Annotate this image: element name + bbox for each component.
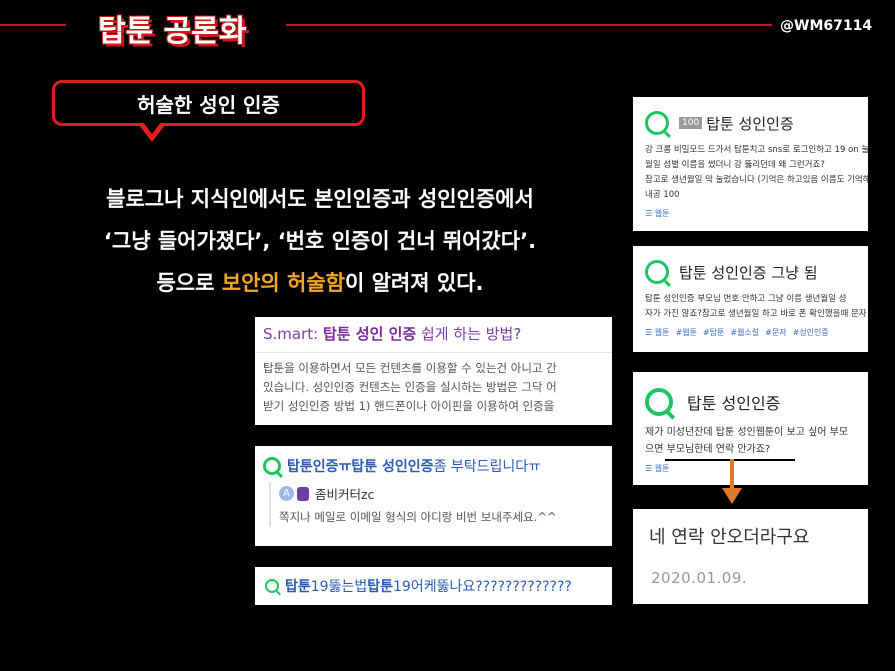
category-link[interactable]: ☰ 웹툰 (633, 460, 868, 477)
answer-user: A 좀비커터zc (279, 484, 604, 503)
qna-card-title[interactable]: 탑툰 성인인증 (633, 372, 868, 422)
tag[interactable]: #웹툰 (675, 328, 696, 337)
author-handle: @WM67114 (780, 18, 873, 34)
qna-card-2[interactable]: 탑툰 성인인증 그냥 됨 탑툰 성인인증 부모님 번호 안하고 그냥 이름 생년… (633, 246, 868, 352)
avatar: A (279, 486, 294, 501)
answer-message: 네 연락 안오더라구요 (649, 527, 810, 548)
naver-q-icon (645, 260, 669, 284)
req-t1: 탑툰인증ㅠ (287, 459, 352, 475)
body-line-2: ‘그냥 들어가졌다’, ‘번호 인증이 건너 뛰어갔다’. (103, 229, 537, 253)
answer-date: 2020.01.09. (651, 569, 748, 587)
down-arrow-icon (722, 488, 742, 504)
qna-line: 월일 성별 이름을 썼더니 강 뚫리던데 왜 그런거죠? (645, 160, 825, 170)
qna-snippet: 강 크롬 비밀모드 드가서 탑툰치고 sns로 로그인하고 19 on 눌 월일… (633, 141, 868, 205)
smart-bold: 탑툰 성인 인증 (322, 325, 417, 343)
qna-title: 탑툰 성인인증 그냥 됨 (679, 263, 818, 282)
tag-list: ☰ 웹툰 #웹툰 #탑툰 #웹소설 #문자 #성인인증 (645, 328, 829, 337)
qna-line: 탑툰 성인인증 부모님 번호 안하고 그냥 이름 생년월일 성 (645, 294, 847, 304)
request-card-title[interactable]: 탑툰인증ㅠ 탑툰 성인인증 좀 부탁드립니다ㅠ (255, 446, 612, 482)
highlight-text: 보안의 허술함 (221, 271, 345, 295)
username[interactable]: 좀비커터zc (315, 484, 374, 503)
smart-result-card[interactable]: S.mart: 탑툰 성인 인증 쉽게 하는 방법? 탑툰을 이용하면서 모든 … (255, 317, 612, 425)
smart-line: 탑툰을 이용하면서 모든 컨텐츠를 이용할 수 있는건 아니고 간 (263, 361, 557, 375)
smart-suffix: 쉽게 하는 방법? (416, 325, 522, 343)
naver-q-icon (645, 111, 669, 135)
smart-line: 받기 성인인증 방법 1) 핸드폰이나 아이핀을 이용하여 인증을 (263, 399, 555, 413)
smart-line: 있습니다. 성인인증 컨텐츠는 인증을 실시하는 방법은 그닥 어 (263, 380, 557, 394)
qna-card-title[interactable]: 탑툰 성인인증 그냥 됨 (633, 246, 868, 290)
search-19-card[interactable]: 탑툰 19뚫는법 탑툰 19어케뚫나요????????????? (255, 567, 612, 605)
req-t2: 탑툰 성인인증 (351, 459, 434, 475)
naver-q-icon (263, 457, 281, 475)
qna-title: 탑툰 성인인증 (706, 114, 794, 133)
arrow-shaft (730, 459, 734, 491)
category-label: 웹툰 (654, 209, 670, 218)
category-label: 웹툰 (654, 464, 670, 473)
category-link[interactable]: ☰ 웹툰 (633, 205, 868, 222)
tag[interactable]: #성인인증 (793, 328, 829, 337)
tag[interactable]: 웹툰 (655, 328, 670, 337)
qna-line: 참고로 생년월일 막 눌렀습니다 (기억은 하고있음 이름도 기억해 (645, 175, 868, 185)
qna-card-1[interactable]: 100 탑툰 성인인증 강 크롬 비밀모드 드가서 탑툰치고 sns로 로그인하… (633, 97, 868, 231)
body-text: 블로그나 지식인에서도 본인인증과 성인인증에서 ‘그냥 들어가졌다’, ‘번호… (40, 178, 600, 304)
qna-line: 제가 미성년잔데 탑툰 성인웹툰이 보고 싶어 부모 (645, 427, 849, 438)
answer-text: 쪽지나 메일로 이메일 형식의 아디랑 비번 보내주세요.^^ (279, 510, 557, 524)
level-badge-icon (297, 486, 309, 501)
body-line-1: 블로그나 지식인에서도 본인인증과 성인인증에서 (106, 187, 534, 211)
answer-card[interactable]: 네 연락 안오더라구요 2020.01.09. (633, 509, 868, 604)
page-title: 탑툰 공론화 (98, 14, 247, 49)
qna-line: 자가 가진 않죠?참고로 생년월일 하고 바로 폰 확인했을때 문자 (645, 309, 867, 319)
c19-t1: 19뚫는법 (310, 579, 368, 595)
c19-b2: 탑툰 (367, 579, 393, 595)
smart-prefix: S.mart: (263, 325, 323, 343)
naver-q-icon (645, 388, 673, 416)
qna-snippet: 제가 미성년잔데 탑툰 성인웹툰이 보고 싶어 부모 으면 부모님한테 연락 안… (633, 422, 868, 460)
header-line-left (0, 24, 66, 26)
speech-bubble: 허술한 성인 인증 (52, 80, 365, 126)
tag[interactable]: #탑툰 (703, 328, 724, 337)
qna-line: 강 크롬 비밀모드 드가서 탑툰치고 sns로 로그인하고 19 on 눌 (645, 145, 868, 155)
tag[interactable]: #웹소설 (730, 328, 759, 337)
qna-line: 내공 100 (645, 190, 680, 200)
smart-card-title[interactable]: S.mart: 탑툰 성인 인증 쉽게 하는 방법? (255, 317, 612, 353)
bubble-tail-inner (143, 122, 161, 134)
smart-card-snippet: 탑툰을 이용하면서 모든 컨텐츠를 이용할 수 있는건 아니고 간 있습니다. … (255, 353, 612, 422)
body-line-3-post: 이 알려져 있다. (344, 271, 484, 295)
header-line-right (286, 24, 772, 26)
req-t3: 좀 부탁드립니다ㅠ (433, 459, 542, 475)
qna-snippet: 탑툰 성인인증 부모님 번호 안하고 그냥 이름 생년월일 성 자가 가진 않죠… (633, 290, 868, 324)
tag[interactable]: #문자 (765, 328, 786, 337)
points-badge: 100 (679, 117, 703, 129)
body-line-3: 등으로 보안의 허술함이 알려져 있다. (40, 262, 600, 304)
naver-q-icon (265, 579, 279, 593)
request-result-card[interactable]: 탑툰인증ㅠ 탑툰 성인인증 좀 부탁드립니다ㅠ A 좀비커터zc 쪽지나 메일로 … (255, 446, 612, 546)
qna-title: 탑툰 성인인증 (687, 394, 781, 413)
qna-card-3[interactable]: 탑툰 성인인증 제가 미성년잔데 탑툰 성인웹툰이 보고 싶어 부모 으면 부모… (633, 372, 868, 485)
qna-line: 으면 부모님한테 연락 안가죠? (645, 444, 771, 455)
bubble-text: 허술한 성인 인증 (137, 92, 280, 117)
body-line-3-pre: 등으로 (156, 271, 222, 295)
c19-t2: 19어케뚫나요????????????? (393, 579, 572, 595)
answer-block: A 좀비커터zc 쪽지나 메일로 이메일 형식의 아디랑 비번 보내주세요.^^ (269, 482, 612, 527)
qna-card-title[interactable]: 100 탑툰 성인인증 (633, 97, 868, 141)
c19-b1: 탑툰 (285, 579, 311, 595)
